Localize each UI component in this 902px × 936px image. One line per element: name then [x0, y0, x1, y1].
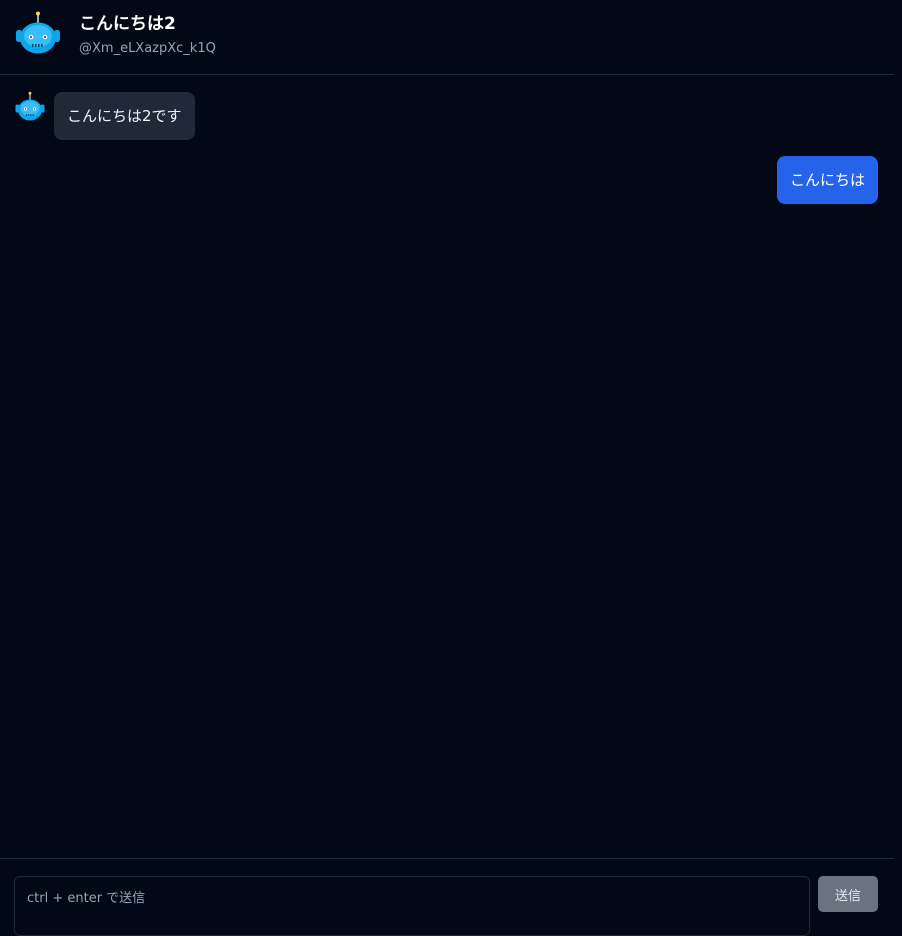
robot-icon [15, 91, 45, 121]
chat-title: こんにちは2 [79, 14, 176, 34]
robot-icon [16, 11, 60, 54]
message-input[interactable] [14, 876, 810, 936]
message-list: こんにちは2です こんにちは [0, 75, 894, 858]
message-composer: 送信 [0, 858, 894, 936]
chat-header: こんにちは2 @Xm_eLXazpXc_k1Q [0, 0, 894, 75]
chat-app: こんにちは2 @Xm_eLXazpXc_k1Q こんにちは2です こんにちは c… [0, 0, 894, 936]
bot-message: こんにちは2です [54, 92, 195, 140]
chat-handle: @Xm_eLXazpXc_k1Q [79, 41, 216, 56]
send-button[interactable]: 送信 [818, 876, 878, 912]
user-message: こんにちは [776, 156, 878, 204]
